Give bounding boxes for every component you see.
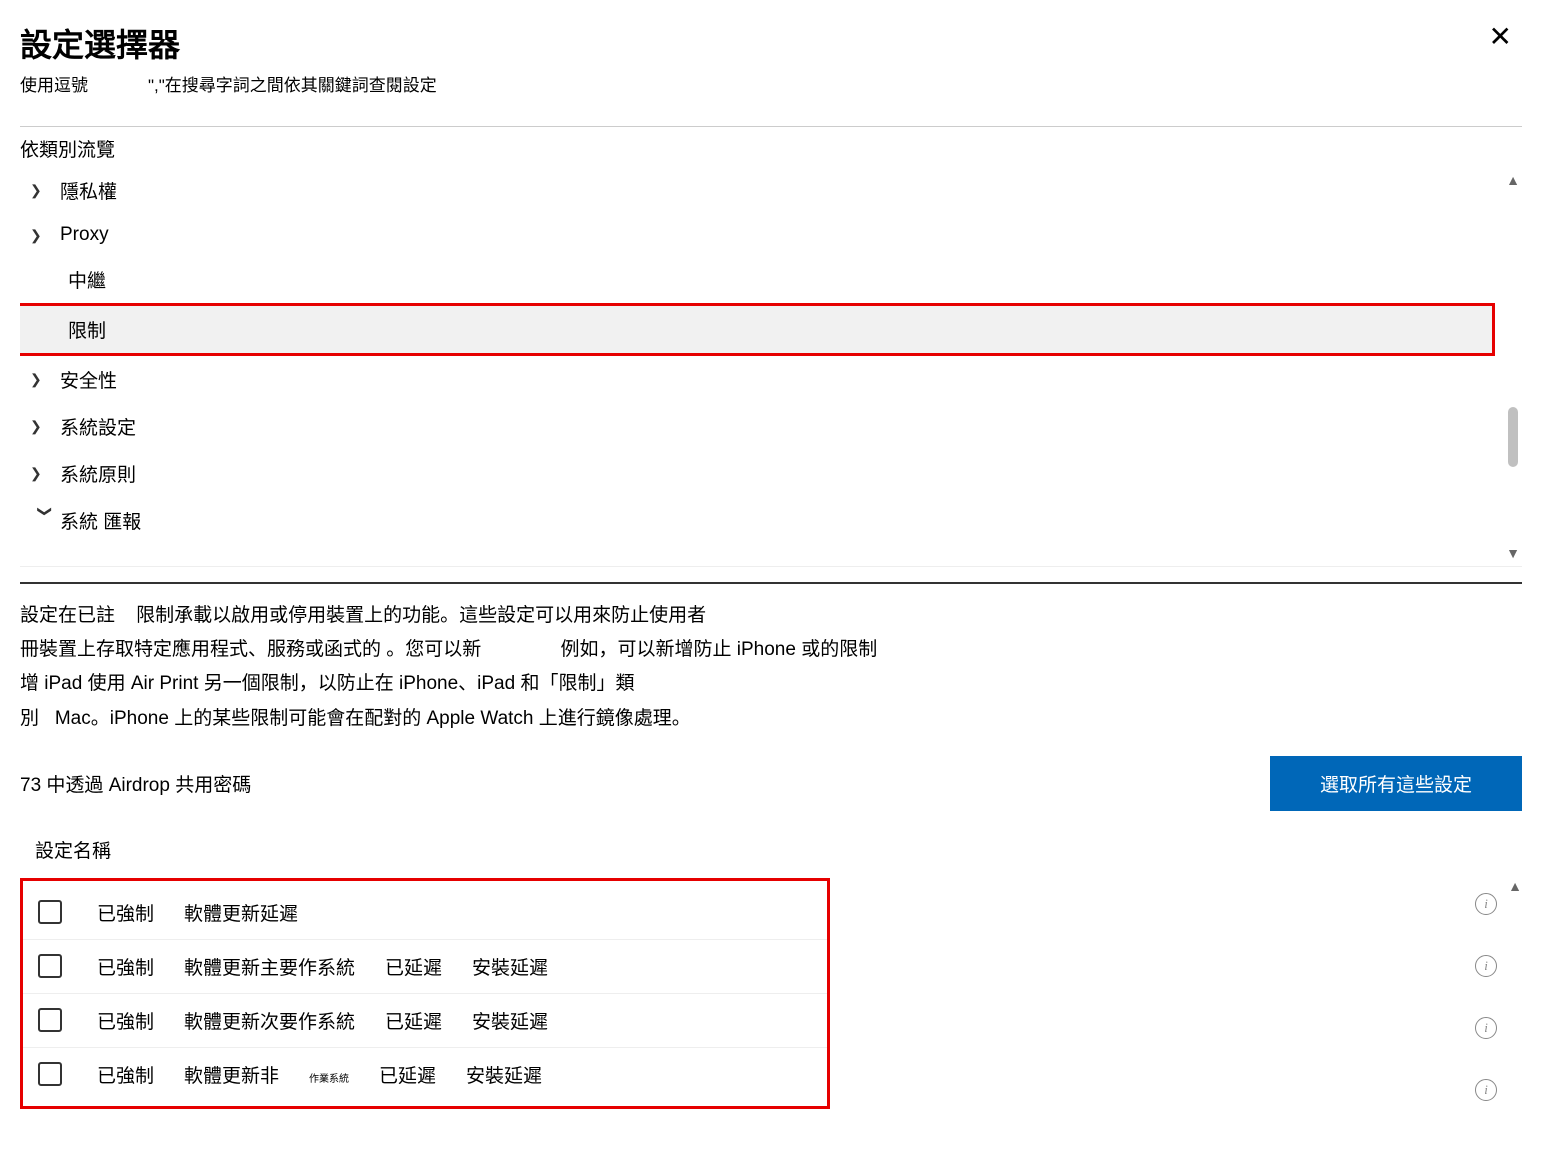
info-icon[interactable]: i [1475,1017,1497,1039]
chevron-right-icon[interactable]: ❯ [30,182,60,199]
tree-item-7[interactable]: ❯系統 匯報 [20,497,1492,544]
chevron-right-icon[interactable]: ❯ [30,371,60,388]
desc-text: 增 iPad 使用 Air Print 另一個限制，以防止在 iPhone、iP… [20,667,1522,701]
tree-item-label: 隱私權 [60,177,117,204]
browse-by-category-label: 依類別流覽 [20,126,1522,162]
tree-item-label: 系統原則 [60,460,136,487]
setting-row[interactable]: 已強制 軟體更新非 作業系統 已延遲 安裝延遲 [23,1047,827,1101]
setting-checkbox[interactable] [38,954,62,978]
tree-item-label: Proxy [60,224,109,246]
setting-label-part: 已強制 [97,953,154,980]
chevron-right-icon[interactable]: ❯ [30,465,60,482]
setting-label-part: 軟體更新非 [184,1061,279,1088]
info-icon[interactable]: i [1475,1079,1497,1101]
info-icon[interactable]: i [1475,893,1497,915]
setting-label-part: 已強制 [97,1007,154,1034]
setting-label: 已強制 軟體更新主要作系統 已延遲 安裝延遲 [97,953,548,980]
setting-label: 已強制 軟體更新非 作業系統 已延遲 安裝延遲 [97,1061,542,1088]
close-icon[interactable]: ✕ [1479,20,1522,53]
desc-text: Mac。iPhone 上的某些限制可能會在配對的 Apple Watch 上進行… [55,708,691,729]
setting-row[interactable]: 已強制 軟體更新次要作系統 已延遲 安裝延遲 [23,993,827,1047]
info-icon[interactable]: i [1475,955,1497,977]
setting-label-part: 已強制 [97,899,154,926]
category-tree: ❯隱私權❯Proxy❯中繼❯限制❯安全性❯系統設定❯系統原則❯系統 匯報 [20,167,1522,544]
desc-text: 設定在已註 [20,605,115,626]
setting-checkbox[interactable] [38,1008,62,1032]
settings-name-header: 設定名稱 [20,836,1522,863]
setting-label-part: 安裝延遲 [472,1007,548,1034]
tree-item-3[interactable]: ❯限制 [20,303,1495,356]
scroll-up-icon[interactable]: ▲ [1506,172,1520,188]
desc-text: 例如，可以新增防止 iPhone 或的限制 [560,639,877,660]
tree-item-label: 系統 匯報 [60,507,141,534]
setting-label-part: 軟體更新主要作系統 [184,953,355,980]
tree-item-0[interactable]: ❯隱私權 [20,167,1492,214]
hint-prefix: 使用逗號 [20,76,88,95]
settings-list: 已強制軟體更新延遲已強制軟體更新主要作系統已延遲安裝延遲已強制軟體更新次要作系統… [20,878,830,1109]
tree-item-2[interactable]: ❯中繼 [20,256,1492,303]
results-count: 73 中透過 Airdrop 共用密碼 [20,770,251,797]
setting-label-part: 作業系統 [309,1070,349,1085]
setting-checkbox[interactable] [38,900,62,924]
setting-label-part: 軟體更新次要作系統 [184,1007,355,1034]
tree-item-4[interactable]: ❯安全性 [20,356,1492,403]
tree-item-label: 安全性 [60,366,117,393]
tree-scrollbar[interactable]: ▲ ▼ [1504,167,1520,566]
section-divider [20,582,1522,584]
tree-item-1[interactable]: ❯Proxy [20,214,1492,256]
setting-label-part: 已延遲 [385,953,442,980]
setting-label: 已強制 軟體更新次要作系統 已延遲 安裝延遲 [97,1007,548,1034]
search-hint: 使用逗號 ","在搜尋字詞之間依其關鍵詞查閱設定 [20,71,437,96]
setting-label: 已強制 軟體更新延遲 [97,899,298,926]
info-icons-column: i i i i [1475,893,1497,1101]
tree-item-label: 系統設定 [60,413,136,440]
chevron-down-icon[interactable]: ❯ [37,506,54,536]
chevron-right-icon[interactable]: ❯ [30,227,60,244]
scroll-thumb[interactable] [1508,407,1518,467]
setting-label-part: 已延遲 [379,1061,436,1088]
tree-item-label: 中繼 [68,266,106,293]
page-title: 設定選擇器 [20,20,437,66]
category-tree-scroll[interactable]: ❯隱私權❯Proxy❯中繼❯限制❯安全性❯系統設定❯系統原則❯系統 匯報 ▲ ▼ [20,167,1522,567]
setting-label-part: 已延遲 [385,1007,442,1034]
hint-suffix: 在搜尋字詞之間依其關鍵詞查閱設定 [165,76,437,95]
setting-label-part: 已強制 [97,1061,154,1088]
tree-item-5[interactable]: ❯系統設定 [20,403,1492,450]
desc-text: 限制承載以啟用或停用裝置上的功能。這些設定可以用來防止使用者 [136,605,706,626]
setting-label-part: 安裝延遲 [472,953,548,980]
setting-row[interactable]: 已強制 軟體更新主要作系統 已延遲 安裝延遲 [23,939,827,993]
chevron-right-icon[interactable]: ❯ [30,418,60,435]
list-scroll-up-icon[interactable]: ▲ [1508,878,1522,894]
tree-item-6[interactable]: ❯系統原則 [20,450,1492,497]
desc-text: 別 [20,708,39,729]
setting-row[interactable]: 已強制 軟體更新延遲 [23,886,827,939]
setting-label-part: 軟體更新延遲 [184,899,298,926]
tree-item-label: 限制 [68,316,106,343]
setting-checkbox[interactable] [38,1062,62,1086]
setting-label-part: 安裝延遲 [466,1061,542,1088]
desc-text: 冊裝置上存取特定應用程式、服務或函式的 。您可以新 [20,639,481,660]
scroll-down-icon[interactable]: ▼ [1506,545,1520,561]
hint-quote: "," [148,76,165,95]
select-all-button[interactable]: 選取所有這些設定 [1270,756,1522,811]
category-description: 設定在已註 限制承載以啟用或停用裝置上的功能。這些設定可以用來防止使用者 冊裝置… [20,599,1522,736]
